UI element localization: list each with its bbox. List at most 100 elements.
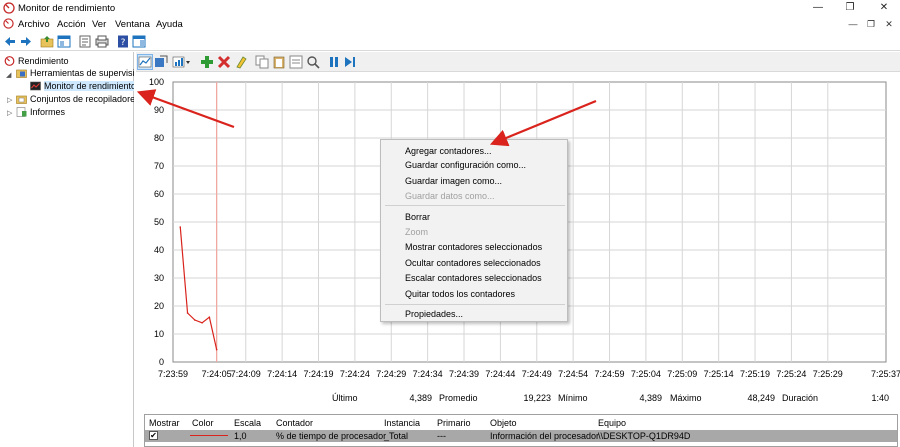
- maximize-icon[interactable]: ❐: [838, 1, 862, 15]
- duration-value: 1:40: [871, 393, 889, 403]
- perfmon-menu-icon[interactable]: [3, 18, 14, 29]
- col-header-color[interactable]: Color: [192, 418, 214, 428]
- y-tick-label: 90: [154, 105, 164, 115]
- x-tick-label: 7:25:24: [776, 369, 806, 379]
- statistics-bar: Último 4,389 Promedio 19,223 Mínimo 4,38…: [136, 389, 900, 407]
- mdi-minimize-icon[interactable]: —: [846, 18, 860, 30]
- data-point: [194, 319, 196, 321]
- copy-properties-icon[interactable]: [255, 55, 269, 69]
- view-log-data-icon[interactable]: [154, 55, 168, 69]
- x-tick-label: 7:23:59: [158, 369, 188, 379]
- menu-item-add-counters[interactable]: Agregar contadores...: [405, 146, 492, 156]
- menu-item-scale-selected[interactable]: Escalar contadores seleccionados: [405, 273, 542, 283]
- x-tick-label: 7:24:54: [558, 369, 588, 379]
- menu-ventana[interactable]: Ventana: [115, 19, 150, 30]
- counter-legend-table: Mostrar Color Escala Contador Instancia …: [144, 414, 898, 447]
- menu-separator: [385, 205, 565, 206]
- monitor-graph-icon: [30, 81, 41, 91]
- y-tick-label: 70: [154, 161, 164, 171]
- menu-item-show-selected[interactable]: Mostrar contadores seleccionados: [405, 242, 542, 252]
- row-instance: _Total: [384, 431, 409, 441]
- tree-label: Conjuntos de recopiladores: [30, 94, 134, 104]
- delete-counter-icon[interactable]: [217, 55, 231, 69]
- x-tick-label: 7:24:14: [267, 369, 297, 379]
- graph-toolbar: [136, 52, 900, 72]
- tree-item-informes[interactable]: Informes: [16, 107, 134, 119]
- freeze-display-icon[interactable]: [327, 55, 341, 69]
- col-header-show[interactable]: Mostrar: [149, 418, 180, 428]
- show-hide-action-pane-icon[interactable]: [132, 35, 146, 48]
- maximum-label: Máximo: [670, 393, 702, 403]
- col-header-counter[interactable]: Contador: [276, 418, 313, 428]
- mdi-close-icon[interactable]: ✕: [882, 18, 896, 30]
- tree-item-conjuntos[interactable]: Conjuntos de recopiladores: [16, 94, 134, 106]
- tree-label: Rendimiento: [18, 56, 69, 66]
- expand-chevron-icon[interactable]: ▷: [7, 96, 12, 104]
- x-tick-label: 7:25:37: [871, 369, 900, 379]
- menu-item-clear[interactable]: Borrar: [405, 212, 430, 222]
- average-value: 19,223: [523, 393, 551, 403]
- y-tick-label: 40: [154, 245, 164, 255]
- add-counter-icon[interactable]: [200, 55, 214, 69]
- menu-item-save-image[interactable]: Guardar imagen como...: [405, 176, 502, 186]
- y-tick-label: 10: [154, 329, 164, 339]
- y-tick-label: 60: [154, 189, 164, 199]
- col-header-scale[interactable]: Escala: [234, 418, 261, 428]
- console-tree-icon[interactable]: [57, 35, 71, 48]
- table-row[interactable]: ✔ 1,0 % de tiempo de procesador _Total -…: [145, 430, 897, 442]
- menu-item-remove-all[interactable]: Quitar todos los contadores: [405, 289, 515, 299]
- x-tick-label: 7:24:39: [449, 369, 479, 379]
- menu-bar: Archivo Acción Ver Ventana Ayuda — ❐ ✕: [0, 17, 900, 32]
- x-tick-label: 7:24:24: [340, 369, 370, 379]
- menu-archivo[interactable]: Archivo: [18, 19, 50, 30]
- change-graph-type-icon[interactable]: [172, 55, 192, 69]
- properties-icon[interactable]: [78, 35, 92, 48]
- col-header-parent[interactable]: Primario: [437, 418, 471, 428]
- menu-item-properties[interactable]: Propiedades...: [405, 309, 463, 319]
- help-icon[interactable]: ?: [116, 35, 130, 48]
- duration-label: Duración: [782, 393, 819, 403]
- highlight-icon[interactable]: [234, 55, 248, 69]
- view-current-activity-icon[interactable]: [137, 54, 153, 70]
- expand-chevron-icon[interactable]: ▷: [7, 109, 12, 117]
- col-header-instance[interactable]: Instancia: [384, 418, 420, 428]
- col-header-computer[interactable]: Equipo: [598, 418, 626, 428]
- tree-label: Informes: [30, 107, 66, 117]
- main-toolbar: ?: [0, 33, 900, 51]
- close-icon[interactable]: ✕: [872, 1, 896, 15]
- zoom-icon[interactable]: [306, 55, 320, 69]
- tree-item-herramientas[interactable]: Herramientas de supervisió: [16, 68, 134, 80]
- paste-counter-list-icon[interactable]: [272, 55, 286, 69]
- minimize-icon[interactable]: —: [806, 1, 830, 15]
- x-tick-label: 7:24:49: [522, 369, 552, 379]
- tree-item-monitor[interactable]: Monitor de rendimiento: [30, 81, 134, 93]
- row-object: Información del procesador: [490, 431, 600, 441]
- collapse-chevron-icon[interactable]: ◢: [6, 71, 11, 79]
- back-arrow-icon[interactable]: [3, 35, 17, 48]
- menu-ayuda[interactable]: Ayuda: [156, 19, 183, 30]
- mdi-restore-icon[interactable]: ❐: [864, 18, 878, 30]
- x-tick-label: 7:25:09: [667, 369, 697, 379]
- show-checkbox[interactable]: ✔: [149, 431, 158, 440]
- menu-accion[interactable]: Acción: [57, 19, 86, 30]
- row-counter: % de tiempo de procesador: [276, 431, 387, 441]
- up-folder-icon[interactable]: [40, 35, 54, 48]
- collector-sets-icon: [16, 95, 27, 104]
- col-header-object[interactable]: Objeto: [490, 418, 517, 428]
- properties-icon[interactable]: [289, 55, 303, 69]
- row-parent: ---: [437, 431, 446, 441]
- forward-arrow-icon[interactable]: [19, 35, 33, 48]
- tools-folder-icon: [16, 69, 27, 78]
- last-value: 4,389: [409, 393, 432, 403]
- menu-item-hide-selected[interactable]: Ocultar contadores seleccionados: [405, 258, 541, 268]
- tree-item-rendimiento[interactable]: Rendimiento: [4, 56, 69, 68]
- update-data-icon[interactable]: [343, 55, 357, 69]
- y-tick-label: 0: [159, 357, 164, 367]
- window-title: Monitor de rendimiento: [18, 3, 116, 14]
- menu-ver[interactable]: Ver: [92, 19, 106, 30]
- console-tree: Rendimiento ◢ Herramientas de supervisió…: [0, 52, 134, 447]
- x-tick-label: 7:24:29: [376, 369, 406, 379]
- menu-item-save-settings[interactable]: Guardar configuración como...: [405, 160, 526, 170]
- export-list-icon[interactable]: [95, 35, 109, 48]
- title-bar: Monitor de rendimiento — ❐ ✕: [0, 0, 900, 17]
